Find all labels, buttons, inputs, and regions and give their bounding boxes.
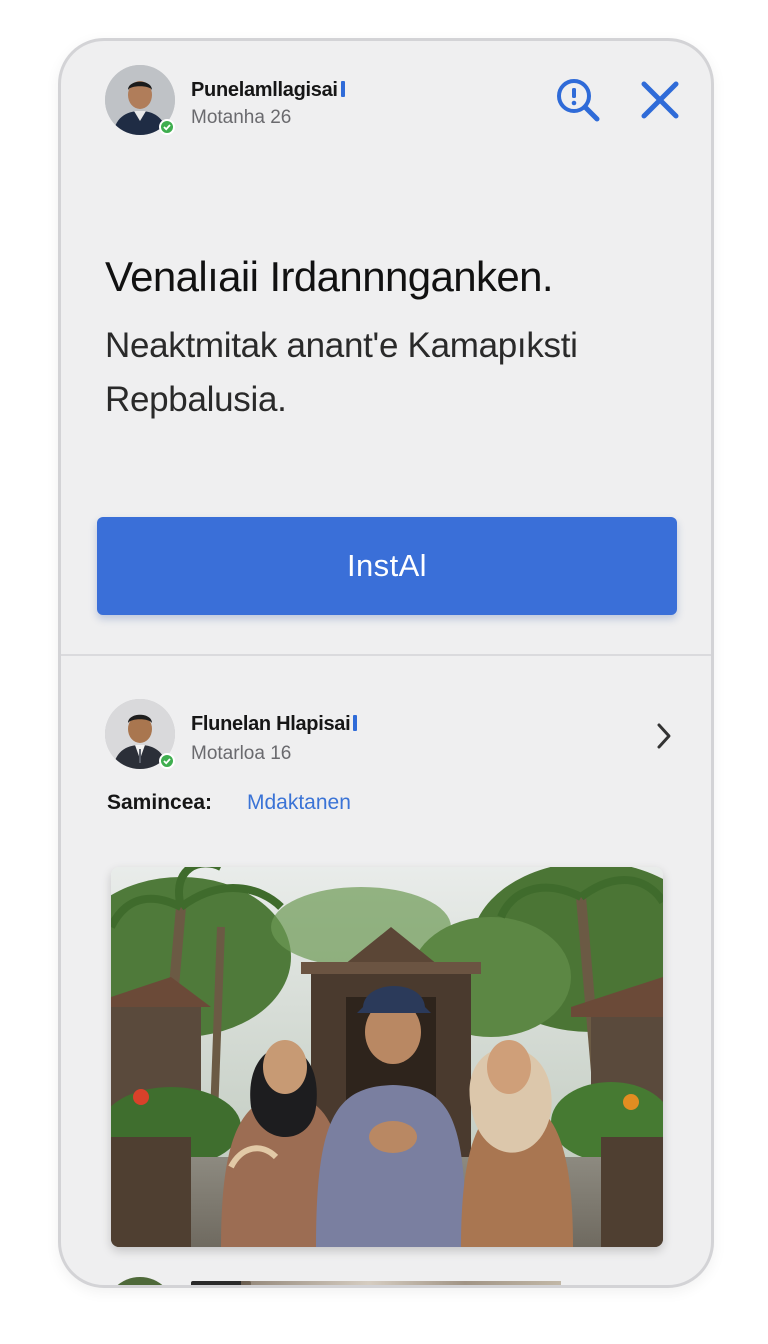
section-divider <box>61 654 711 656</box>
field-label: Samincea: <box>107 791 213 814</box>
post-photo[interactable] <box>111 867 663 1247</box>
promo-headline: Venalıaii Irdannnganken. <box>105 253 554 300</box>
next-post-preview-fragment <box>241 1281 561 1285</box>
close-icon[interactable] <box>633 73 687 127</box>
next-post-avatar[interactable] <box>105 1277 175 1285</box>
name-accent-bar <box>353 715 358 731</box>
search-info-icon[interactable] <box>551 73 605 127</box>
field-value-link[interactable]: Mdaktanen <box>247 791 351 815</box>
phone-frame: Punelamllagisai Motanha 26 Venalıaii Ird… <box>58 38 714 1288</box>
install-button[interactable]: InstAl <box>97 517 677 615</box>
chevron-right-icon[interactable] <box>637 709 691 763</box>
post-author-name: Flunelan Hlapisai <box>191 713 358 736</box>
profile-meta: Motanha 26 <box>191 107 292 128</box>
post-author-meta: Motarloa 16 <box>191 743 292 764</box>
verified-badge-icon <box>159 119 175 135</box>
name-accent-bar <box>340 81 345 97</box>
verified-badge-icon <box>159 753 175 769</box>
promo-subheadline: Neaktmitak anant'e Kamapıksti Repbalusia… <box>105 326 578 419</box>
profile-name: Punelamllagisai <box>191 79 345 102</box>
